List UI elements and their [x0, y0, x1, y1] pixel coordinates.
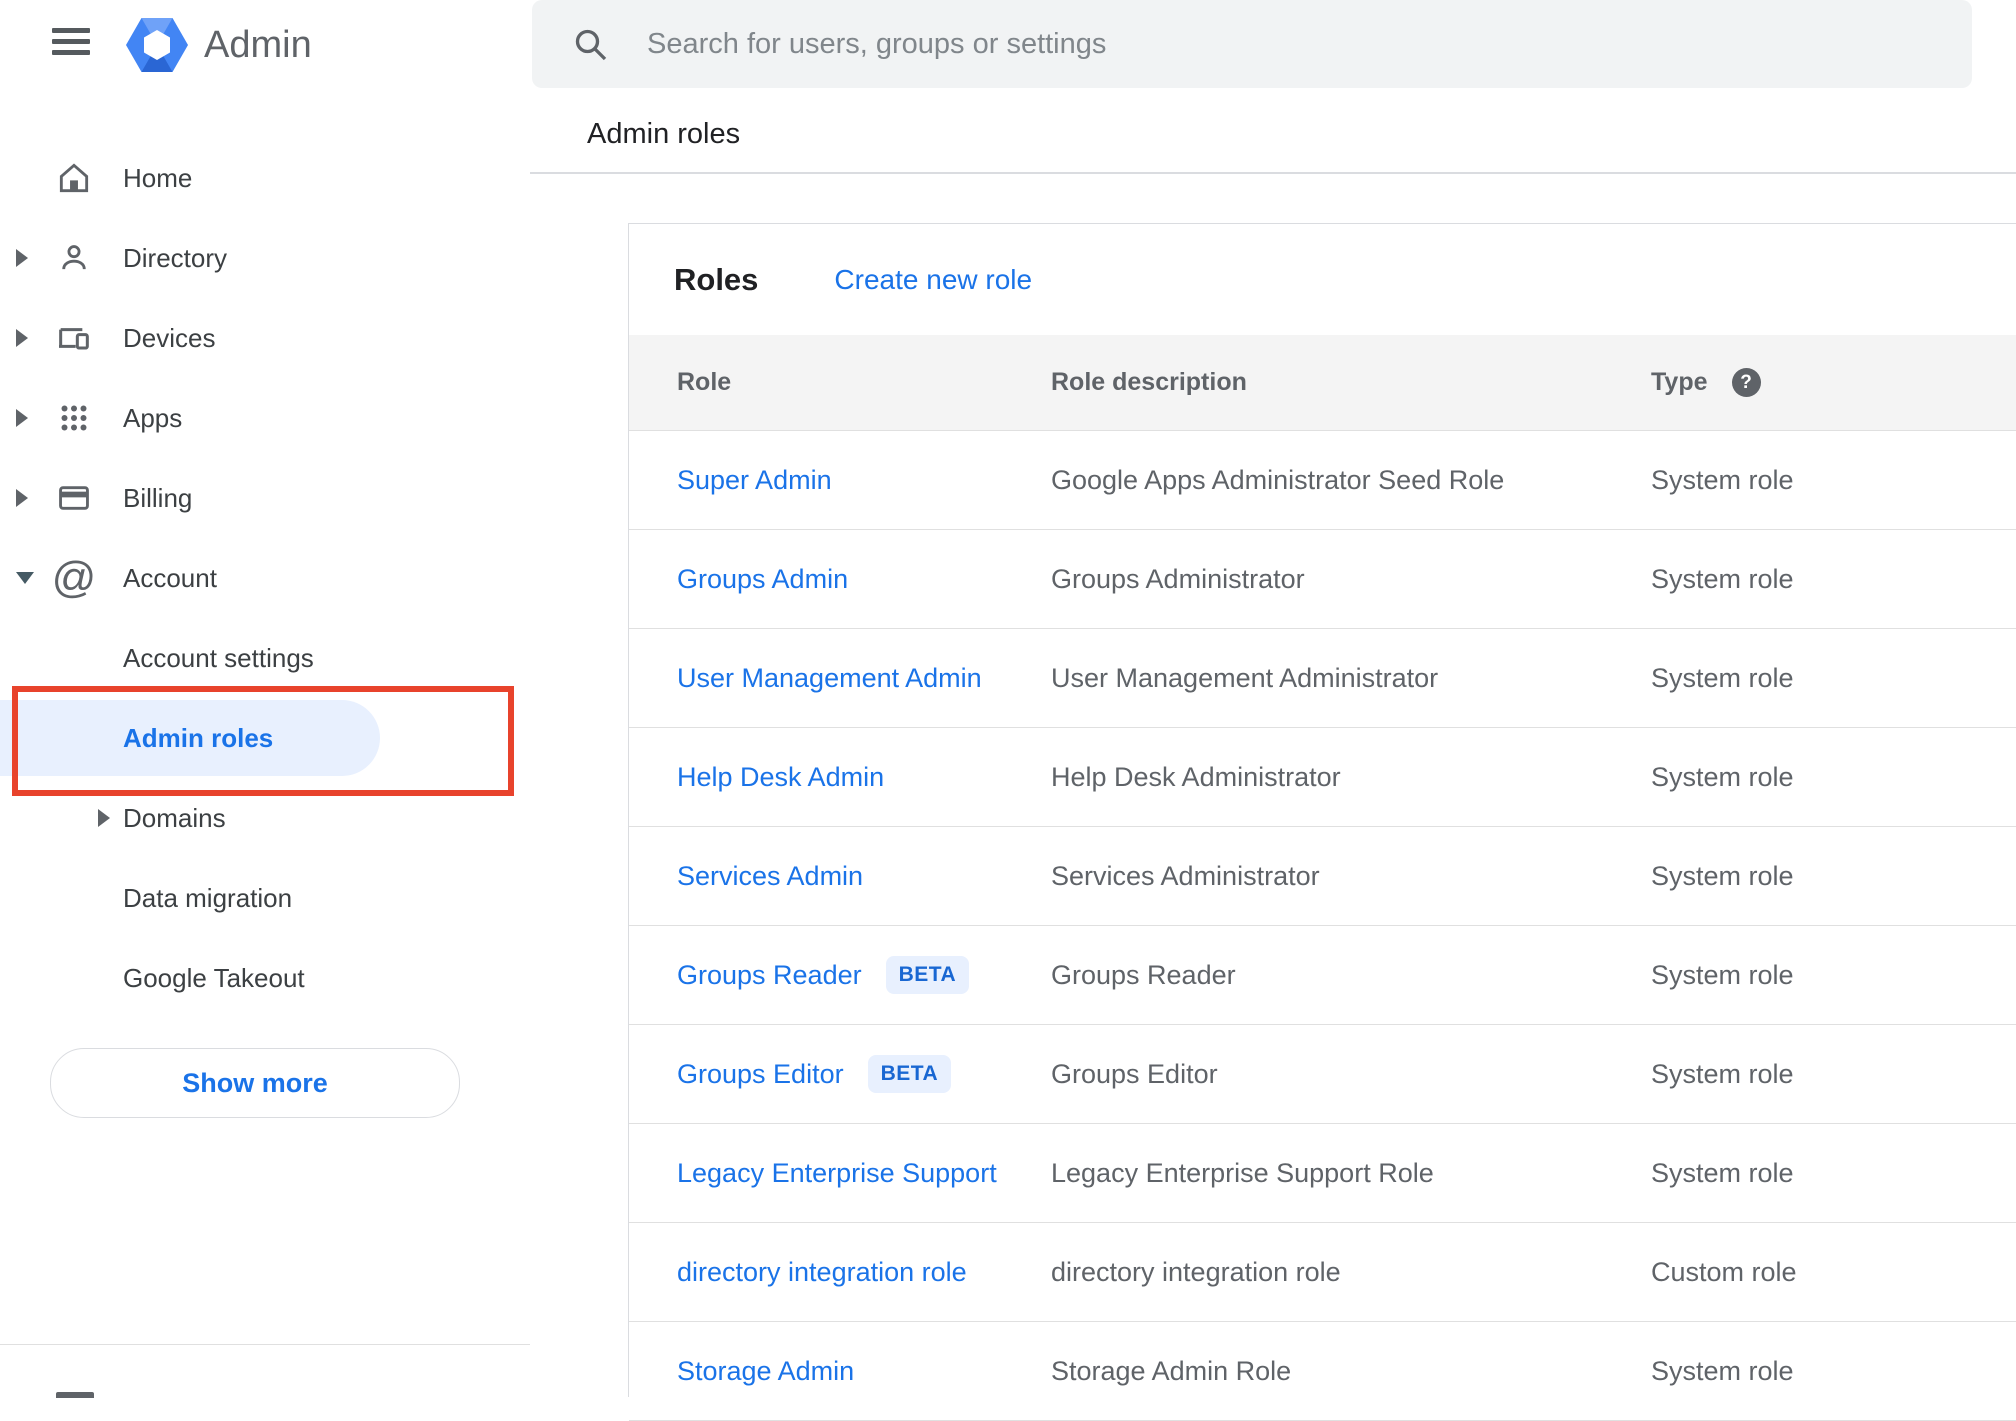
role-description: Storage Admin Role	[1051, 1355, 1292, 1386]
role-description: Legacy Enterprise Support Role	[1051, 1157, 1434, 1188]
role-type: System role	[1651, 1157, 1794, 1188]
column-header-description: Role description	[1051, 368, 1247, 396]
card-title: Roles	[674, 261, 759, 297]
sidebar-item-directory[interactable]: Directory	[0, 218, 530, 298]
beta-badge: BETA	[885, 956, 970, 994]
column-header-type: Type ?	[1651, 368, 2016, 397]
sidebar-item-data-migration[interactable]: Data migration	[0, 858, 530, 938]
table-row: User Management Admin User Management Ad…	[629, 629, 2016, 728]
role-type: System role	[1651, 959, 1794, 990]
role-link[interactable]: Services Admin	[677, 861, 863, 892]
sidebar-bottom-divider	[0, 1344, 530, 1345]
role-link[interactable]: User Management Admin	[677, 663, 982, 694]
partial-bottom-icon	[56, 1392, 94, 1398]
chevron-right-icon[interactable]	[16, 409, 28, 427]
sidebar: Admin Home Directory Devices Apps Billin…	[0, 0, 530, 1398]
table-row: Super Admin Google Apps Administrator Se…	[629, 431, 2016, 530]
table-row: Storage Admin Storage Admin Role System …	[629, 1322, 2016, 1421]
create-new-role-link[interactable]: Create new role	[834, 264, 1032, 296]
show-more-button[interactable]: Show more	[50, 1048, 460, 1118]
sidebar-nav: Home Directory Devices Apps Billing @ Ac…	[0, 138, 530, 1018]
table-row: directory integration role directory int…	[629, 1223, 2016, 1322]
search-input[interactable]	[645, 26, 1942, 62]
role-type: System role	[1651, 761, 1794, 792]
role-link[interactable]: Groups Editor	[677, 1059, 844, 1090]
search-bar[interactable]	[532, 0, 1972, 88]
role-type: System role	[1651, 1058, 1794, 1089]
role-link[interactable]: Storage Admin	[677, 1356, 854, 1387]
hamburger-menu-icon[interactable]	[52, 28, 90, 56]
role-description: Groups Reader	[1051, 959, 1236, 990]
role-link[interactable]: Super Admin	[677, 465, 832, 496]
table-row: Groups Reader BETA Groups Reader System …	[629, 926, 2016, 1025]
table-row: Groups Admin Groups Administrator System…	[629, 530, 2016, 629]
role-description: Services Administrator	[1051, 860, 1320, 891]
at-icon: @	[51, 553, 97, 602]
role-description: Google Apps Administrator Seed Role	[1051, 464, 1505, 495]
table-header-row: Role Role description Type ?	[629, 335, 2016, 431]
role-link[interactable]: Legacy Enterprise Support	[677, 1158, 997, 1189]
brand-title: Admin	[204, 24, 312, 66]
brand-header: Admin	[0, 0, 530, 90]
page-divider	[530, 172, 2016, 174]
admin-logo-icon	[126, 16, 188, 74]
chevron-right-icon[interactable]	[16, 249, 28, 267]
role-description: Help Desk Administrator	[1051, 761, 1341, 792]
apps-grid-icon	[52, 396, 96, 440]
chevron-right-icon[interactable]	[16, 329, 28, 347]
sidebar-item-google-takeout[interactable]: Google Takeout	[0, 938, 530, 1018]
table-row: Help Desk Admin Help Desk Administrator …	[629, 728, 2016, 827]
role-description: directory integration role	[1051, 1256, 1341, 1287]
sidebar-item-home[interactable]: Home	[0, 138, 530, 218]
role-link[interactable]: directory integration role	[677, 1257, 967, 1288]
sidebar-item-account-settings[interactable]: Account settings	[0, 618, 530, 698]
search-icon	[570, 24, 610, 64]
role-description: Groups Editor	[1051, 1058, 1218, 1089]
column-header-role: Role	[677, 368, 732, 396]
role-type: Custom role	[1651, 1256, 1797, 1287]
home-icon	[52, 156, 96, 200]
roles-card: Roles Create new role Role Role descript…	[628, 223, 2016, 1421]
chevron-down-icon[interactable]	[16, 572, 34, 584]
help-icon[interactable]: ?	[1731, 368, 1761, 397]
role-type: System role	[1651, 1355, 1794, 1386]
sidebar-item-admin-roles[interactable]: Admin roles	[0, 698, 530, 778]
table-row: Legacy Enterprise Support Legacy Enterpr…	[629, 1124, 2016, 1223]
table-row: Services Admin Services Administrator Sy…	[629, 827, 2016, 926]
role-link[interactable]: Groups Reader	[677, 960, 862, 991]
role-type: System role	[1651, 860, 1794, 891]
role-description: Groups Administrator	[1051, 563, 1305, 594]
chevron-right-icon[interactable]	[98, 809, 110, 827]
roles-card-header: Roles Create new role	[629, 224, 2016, 335]
sidebar-item-domains[interactable]: Domains	[0, 778, 530, 858]
billing-card-icon	[52, 476, 96, 520]
sidebar-item-apps[interactable]: Apps	[0, 378, 530, 458]
role-description: User Management Administrator	[1051, 662, 1439, 693]
page-title: Admin roles	[587, 118, 741, 150]
sidebar-item-devices[interactable]: Devices	[0, 298, 530, 378]
role-type: System role	[1651, 464, 1794, 495]
sidebar-item-billing[interactable]: Billing	[0, 458, 530, 538]
beta-badge: BETA	[867, 1055, 952, 1093]
devices-icon	[52, 316, 96, 360]
role-link[interactable]: Groups Admin	[677, 564, 848, 595]
sidebar-item-account[interactable]: @ Account	[0, 538, 530, 618]
role-link[interactable]: Help Desk Admin	[677, 762, 884, 793]
role-type: System role	[1651, 563, 1794, 594]
chevron-right-icon[interactable]	[16, 489, 28, 507]
person-icon	[52, 236, 96, 280]
role-type: System role	[1651, 662, 1794, 693]
table-row: Groups Editor BETA Groups Editor System …	[629, 1025, 2016, 1124]
